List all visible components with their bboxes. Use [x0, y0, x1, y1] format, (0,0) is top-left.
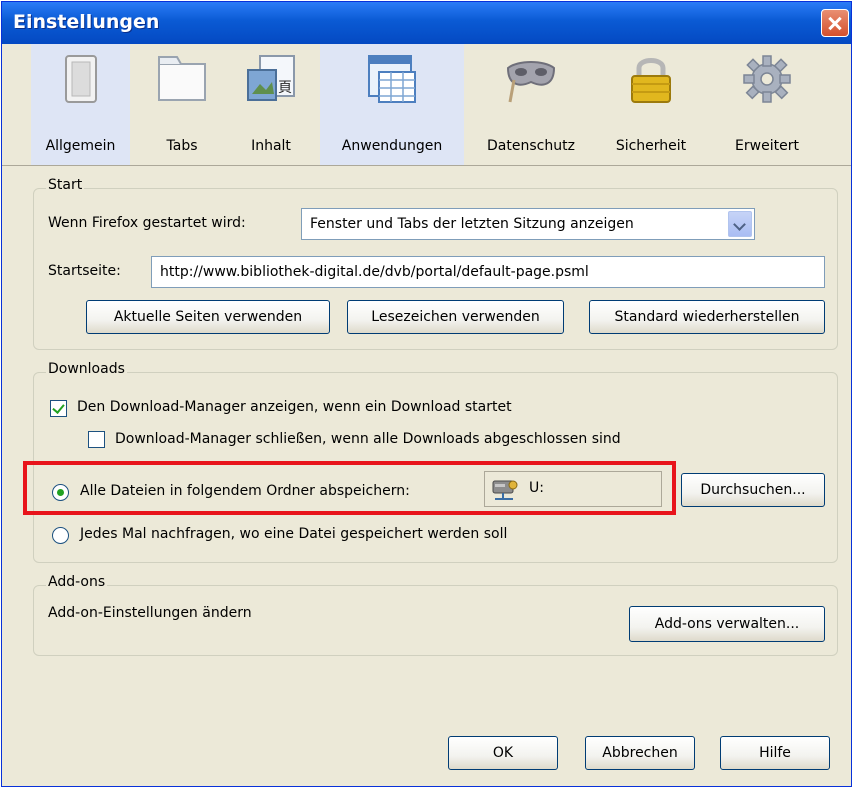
use-current-pages-button[interactable]: Aktuelle Seiten verwenden — [86, 300, 330, 334]
gear-icon — [743, 55, 791, 103]
homepage-input[interactable]: http://www.bibliothek-digital.de/dvb/por… — [151, 256, 825, 288]
tab-sicherheit[interactable]: Sicherheit — [602, 44, 700, 166]
svg-text:頁: 頁 — [278, 80, 292, 96]
category-toolbar: Allgemein Tabs 頁 Inhalt Anwendungen Date… — [2, 44, 851, 166]
tab-erweitert[interactable]: Erweitert — [712, 44, 822, 166]
mask-icon — [506, 61, 556, 103]
homepage-label: Startseite: — [48, 263, 121, 279]
ask-each-time-radio[interactable] — [52, 527, 69, 544]
tabs-icon — [158, 56, 206, 101]
ok-button[interactable]: OK — [448, 736, 558, 770]
highlight-frame — [23, 461, 676, 515]
cancel-button[interactable]: Abbrechen — [585, 736, 695, 770]
help-button[interactable]: Hilfe — [720, 736, 830, 770]
applications-icon — [368, 55, 416, 103]
close-download-manager-checkbox[interactable] — [88, 431, 105, 448]
startup-select[interactable]: Fenster und Tabs der letzten Sitzung anz… — [301, 208, 755, 240]
addons-legend: Add-ons — [46, 574, 108, 590]
browse-button[interactable]: Durchsuchen... — [681, 473, 825, 507]
startup-select-value: Fenster und Tabs der letzten Sitzung anz… — [310, 216, 634, 232]
tab-label: Datenschutz — [487, 138, 575, 154]
start-legend: Start — [46, 177, 85, 193]
addons-description: Add-on-Einstellungen ändern — [48, 605, 252, 621]
window-title: Einstellungen — [13, 11, 160, 33]
tab-label: Anwendungen — [341, 138, 443, 154]
homepage-value: http://www.bibliothek-digital.de/dvb/por… — [160, 264, 589, 280]
settings-dialog: Einstellungen Allgemein Tabs 頁 Inhalt An… — [1, 1, 852, 787]
tab-label: Tabs — [166, 138, 198, 154]
content-icon: 頁 — [247, 55, 295, 101]
tab-datenschutz[interactable]: Datenschutz — [472, 44, 590, 166]
switch-icon — [64, 55, 97, 103]
tab-label: Allgemein — [45, 138, 116, 154]
close-icon[interactable] — [821, 9, 849, 37]
tab-anwendungen[interactable]: Anwendungen — [320, 44, 464, 166]
tab-label: Inhalt — [251, 138, 291, 154]
restore-default-button[interactable]: Standard wiederherstellen — [589, 300, 825, 334]
lock-icon — [631, 58, 671, 103]
tab-label: Sicherheit — [615, 138, 687, 154]
chevron-down-icon[interactable] — [728, 211, 752, 237]
tab-label: Erweitert — [735, 138, 799, 154]
tab-allgemein[interactable]: Allgemein — [31, 44, 130, 166]
title-bar[interactable]: Einstellungen — [2, 2, 851, 44]
downloads-legend: Downloads — [46, 361, 127, 377]
ask-each-time-label: Jedes Mal nachfragen, wo eine Datei gesp… — [80, 526, 508, 542]
startup-label: Wenn Firefox gestartet wird: — [48, 215, 246, 231]
show-download-manager-label: Den Download-Manager anzeigen, wenn ein … — [77, 399, 512, 415]
tab-tabs[interactable]: Tabs — [142, 44, 222, 166]
close-download-manager-label: Download-Manager schließen, wenn alle Do… — [115, 431, 621, 447]
manage-addons-button[interactable]: Add-ons verwalten... — [629, 606, 825, 642]
tab-inhalt[interactable]: 頁 Inhalt — [230, 44, 312, 166]
show-download-manager-checkbox[interactable] — [50, 400, 67, 417]
use-bookmark-button[interactable]: Lesezeichen verwenden — [347, 300, 564, 334]
